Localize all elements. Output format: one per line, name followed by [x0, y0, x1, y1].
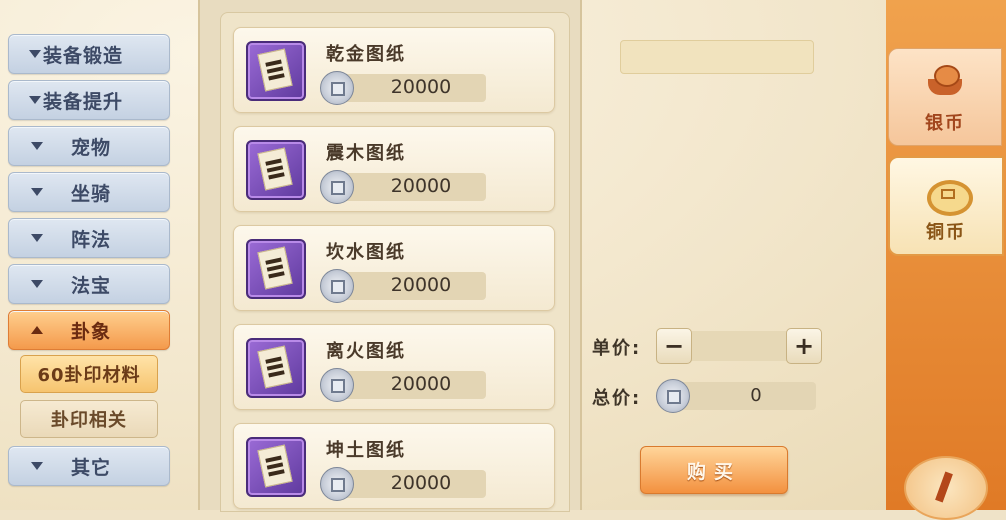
chevron-down-icon: [31, 280, 43, 288]
item-card[interactable]: 坤土图纸 20000: [233, 423, 555, 509]
silver-ingot-icon: [922, 65, 968, 105]
menu-category-label: 阵法: [71, 228, 112, 251]
copper-coin-icon: [923, 174, 973, 216]
buy-button[interactable]: 购买: [640, 446, 788, 494]
item-price: 20000: [320, 368, 486, 402]
currency-tab-label: 铜币: [926, 222, 966, 243]
scroll-icon: [246, 239, 306, 299]
total-price-field: 0: [656, 379, 816, 413]
item-price: 20000: [320, 170, 486, 204]
silver-coin-icon: [320, 170, 354, 204]
menu-category-treasure[interactable]: 法宝: [8, 264, 170, 304]
menu-category-label: 卦象: [71, 320, 112, 343]
menu-category-trigram[interactable]: 卦象: [8, 310, 170, 350]
chevron-up-icon: [31, 326, 43, 334]
scroll-icon: [246, 437, 306, 497]
item-price-value: 20000: [390, 175, 452, 197]
currency-tab-copper[interactable]: 铜币: [888, 156, 1004, 256]
decrease-button[interactable]: −: [656, 328, 692, 364]
item-price: 20000: [320, 269, 486, 303]
menu-category-equip-upgrade[interactable]: 装备提升: [8, 80, 170, 120]
item-price-value: 20000: [390, 274, 452, 296]
currency-tab-silver[interactable]: 银币: [888, 48, 1002, 146]
menu-category-pet[interactable]: 宠物: [8, 126, 170, 166]
item-price-value: 20000: [390, 472, 452, 494]
chevron-down-icon: [31, 188, 43, 196]
subcategory-label: 卦印相关: [51, 410, 127, 431]
menu-category-label: 其它: [71, 456, 112, 479]
item-name: 乾金图纸: [326, 44, 406, 65]
menu-category-label: 装备提升: [43, 90, 124, 113]
menu-category-label: 装备锻造: [43, 44, 124, 67]
unit-price-label: 单价:: [592, 338, 642, 359]
currency-tab-label: 银币: [925, 113, 965, 134]
item-name: 震木图纸: [326, 143, 406, 164]
chevron-down-icon: [31, 234, 43, 242]
crane-emblem-icon[interactable]: [904, 456, 988, 520]
item-card[interactable]: 震木图纸 20000: [233, 126, 555, 212]
silver-coin-icon: [320, 368, 354, 402]
menu-category-label: 宠物: [71, 136, 112, 159]
total-price-value: 0: [750, 385, 762, 406]
item-name: 坤土图纸: [326, 440, 406, 461]
item-price: 20000: [320, 467, 486, 501]
subcategory-60-seal-materials[interactable]: 60卦印材料: [20, 355, 158, 393]
item-price-value: 20000: [390, 373, 452, 395]
item-card[interactable]: 坎水图纸 20000: [233, 225, 555, 311]
chevron-down-icon: [29, 50, 41, 58]
total-price-label: 总价:: [592, 388, 642, 409]
selected-item-banner: [620, 40, 814, 74]
item-card[interactable]: 乾金图纸 20000: [233, 27, 555, 113]
item-price-value: 20000: [390, 76, 452, 98]
silver-coin-icon: [320, 71, 354, 105]
chevron-down-icon: [31, 142, 43, 150]
menu-category-mount[interactable]: 坐骑: [8, 172, 170, 212]
menu-category-other[interactable]: 其它: [8, 446, 170, 486]
scroll-icon: [246, 41, 306, 101]
silver-coin-icon: [320, 269, 354, 303]
increase-button[interactable]: +: [786, 328, 822, 364]
item-price: 20000: [320, 71, 486, 105]
menu-category-formation[interactable]: 阵法: [8, 218, 170, 258]
item-name: 离火图纸: [326, 341, 406, 362]
chevron-down-icon: [31, 462, 43, 470]
item-name: 坎水图纸: [326, 242, 406, 263]
subcategory-seal-related[interactable]: 卦印相关: [20, 400, 158, 438]
menu-category-label: 坐骑: [71, 182, 112, 205]
subcategory-label: 60卦印材料: [37, 365, 141, 386]
scroll-icon: [246, 338, 306, 398]
chevron-down-icon: [29, 96, 41, 104]
unit-price-field: [688, 331, 788, 361]
menu-category-label: 法宝: [71, 274, 112, 297]
silver-coin-icon: [656, 379, 690, 413]
scroll-icon: [246, 140, 306, 200]
menu-category-equip-forge[interactable]: 装备锻造: [8, 34, 170, 74]
silver-coin-icon: [320, 467, 354, 501]
item-list[interactable]: 乾金图纸 20000 震木图纸 20000 坎水图纸 20000 离火图纸 20…: [220, 12, 570, 512]
item-card[interactable]: 离火图纸 20000: [233, 324, 555, 410]
